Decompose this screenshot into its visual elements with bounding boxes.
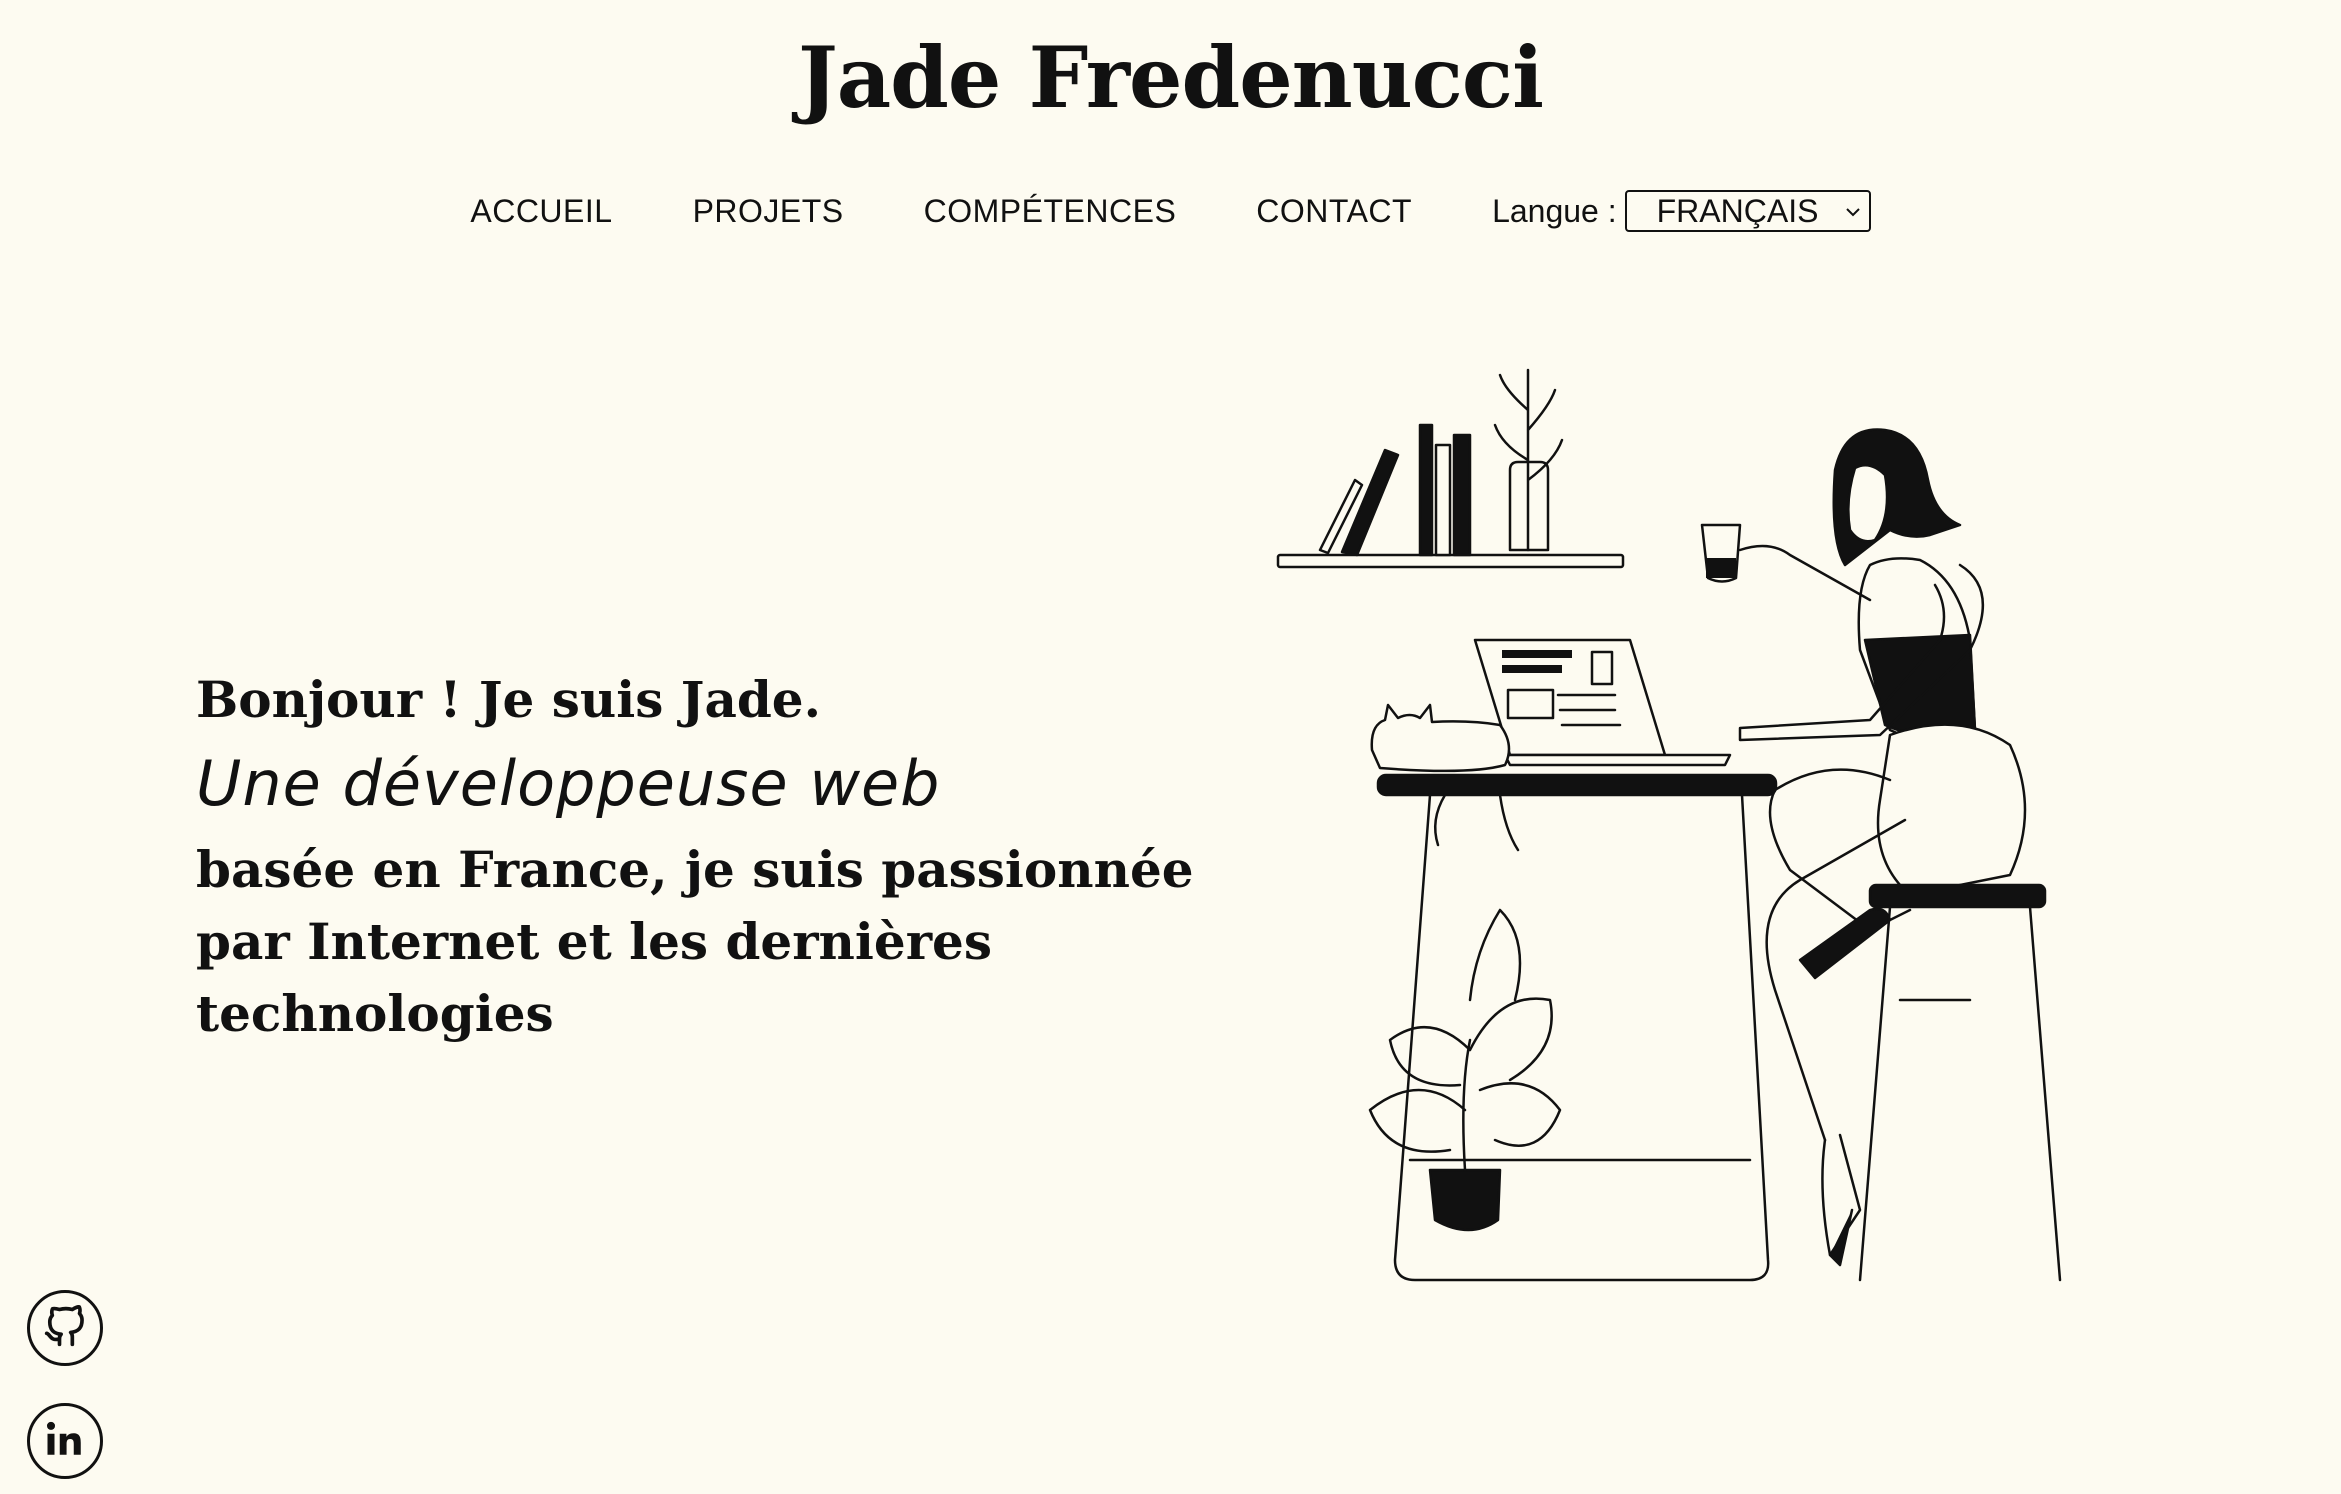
hero-greeting: Bonjour ! Je suis Jade. xyxy=(196,670,822,729)
hero-section: Bonjour ! Je suis Jade. Une développeuse… xyxy=(196,670,1196,1050)
language-selected-value: FRANÇAIS xyxy=(1656,192,1819,229)
site-title: Jade Fredenucci xyxy=(798,28,1544,127)
language-label: Langue : xyxy=(1492,192,1617,229)
language-switcher: Langue : FRANÇAIS xyxy=(1492,190,1871,232)
github-link[interactable] xyxy=(27,1290,103,1366)
linkedin-icon xyxy=(44,1418,86,1465)
main-nav: ACCUEIL PROJETS COMPÉTENCES CONTACT Lang… xyxy=(0,190,2341,232)
developer-illustration xyxy=(1276,368,2062,1282)
nav-projets[interactable]: PROJETS xyxy=(693,193,844,230)
hero-role: Une développeuse web xyxy=(196,747,941,820)
nav-contact[interactable]: CONTACT xyxy=(1256,193,1412,230)
linkedin-link[interactable] xyxy=(27,1403,103,1479)
github-icon xyxy=(43,1304,87,1353)
books xyxy=(1318,423,1472,557)
nav-accueil[interactable]: ACCUEIL xyxy=(470,193,612,230)
language-select[interactable]: FRANÇAIS xyxy=(1624,190,1871,232)
hero-description: basée en France, je suis passionnée par … xyxy=(196,840,1194,1043)
chevron-down-icon xyxy=(1845,201,1861,222)
nav-competences[interactable]: COMPÉTENCES xyxy=(924,193,1177,230)
